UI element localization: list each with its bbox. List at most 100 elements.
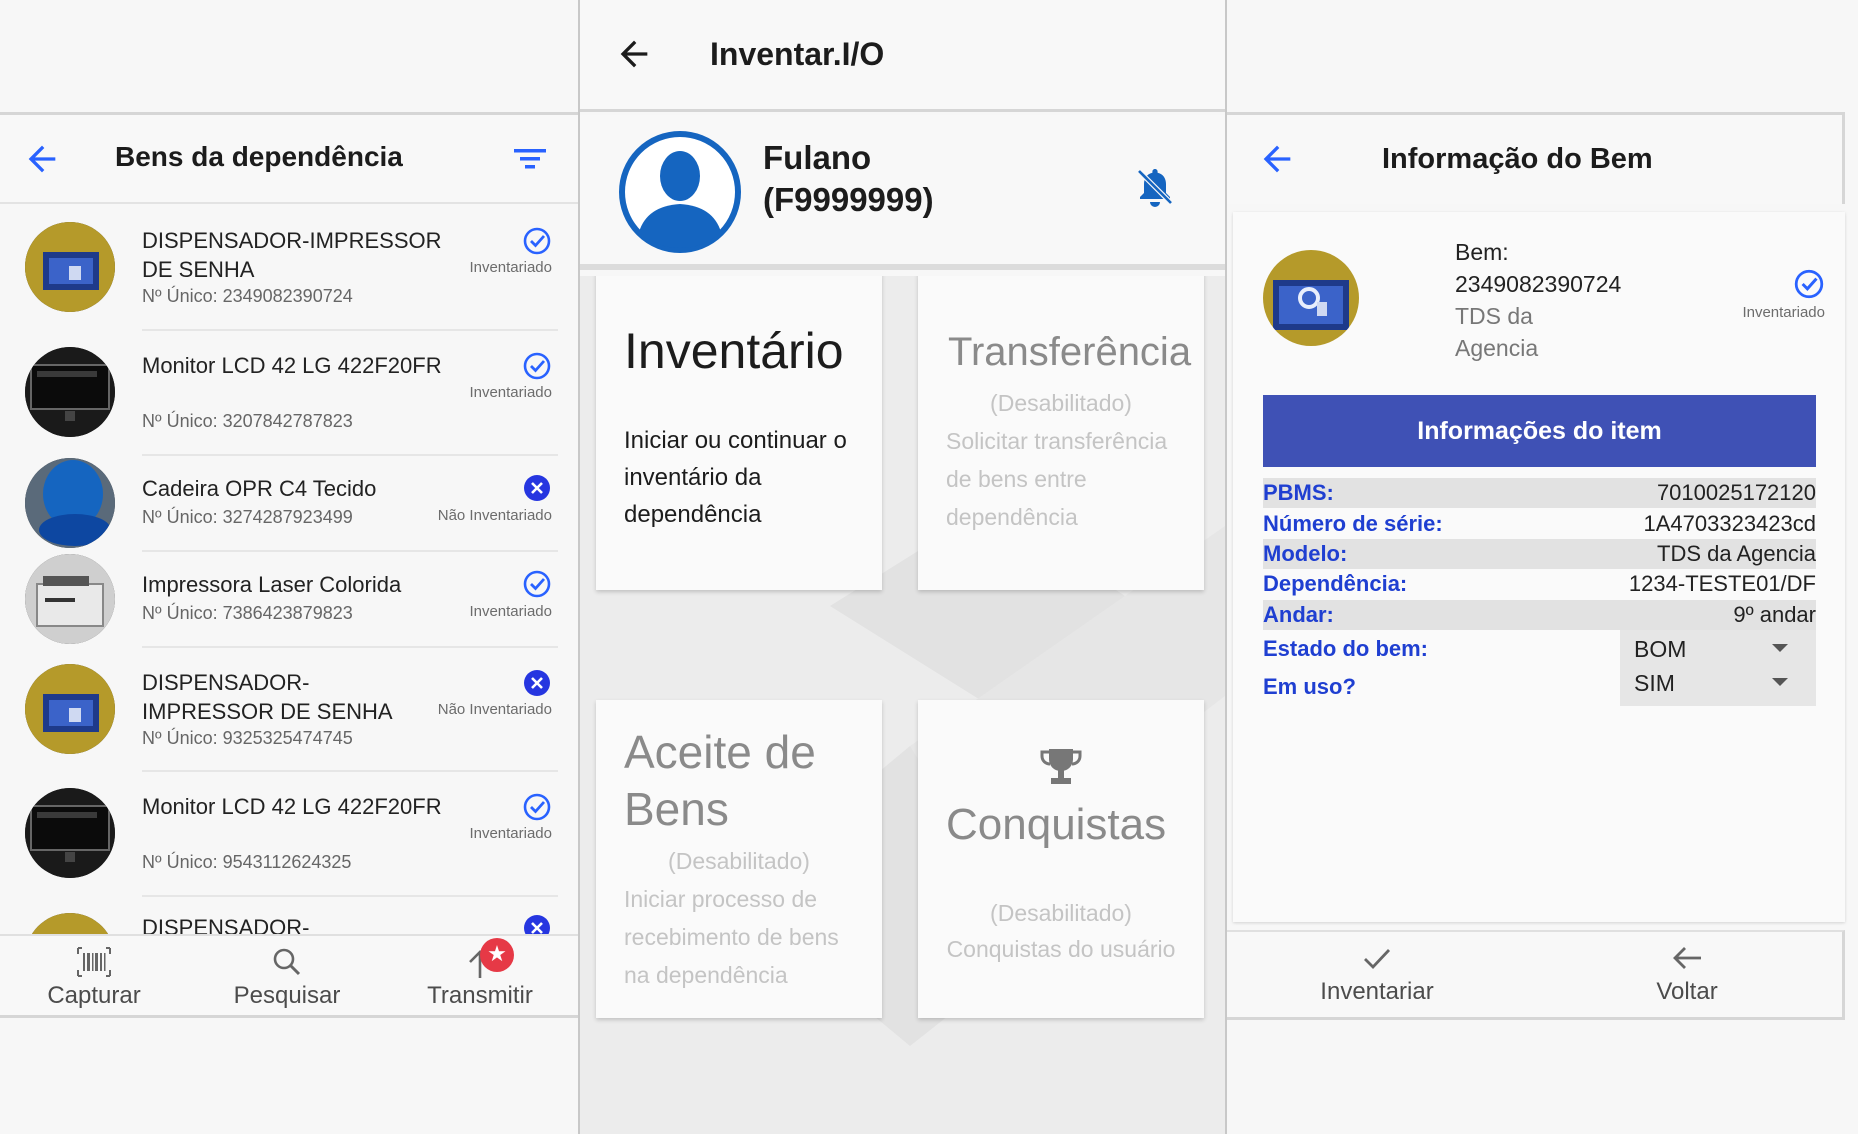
info-value: 1234-TESTE01/DF — [1628, 571, 1816, 597]
item-number: Nº Único: 9325325474745 — [142, 728, 353, 748]
asset-thumbnail — [1263, 250, 1359, 346]
info-value: 7010025172120 — [1656, 480, 1816, 506]
info-row-pbms: PBMS: 7010025172120 — [1263, 478, 1816, 509]
transmit-label: Transmitir — [427, 982, 533, 1009]
item-name: DISPENSADOR-IMPRESSOR DE SENHA — [142, 228, 442, 282]
check-circle-icon — [522, 351, 552, 381]
list-item[interactable]: Cadeira OPR C4 Tecido Nº Único: 32742879… — [0, 456, 578, 552]
x-circle-icon — [522, 473, 552, 503]
dispenser-thumbnail — [25, 664, 115, 754]
back-button[interactable]: Voltar — [1607, 940, 1767, 1006]
back-arrow-icon[interactable] — [22, 139, 62, 179]
star-badge-icon: ★ — [480, 938, 514, 972]
user-avatar-icon — [619, 131, 741, 253]
info-row-dependency: Dependência: 1234-TESTE01/DF — [1263, 569, 1816, 599]
info-key: Andar: — [1263, 601, 1334, 627]
asset-list-screen: Bens da dependência DISPENSADOR-IMPRESSO… — [0, 0, 578, 1134]
info-key: Dependência: — [1263, 571, 1408, 597]
status-text: Inventariado — [1742, 304, 1825, 321]
info-value: 1A4703323423cd — [1643, 510, 1817, 536]
card-status: (Desabilitado) — [668, 848, 810, 874]
card-title: Conquistas — [946, 800, 1167, 849]
transfer-card[interactable]: Transferência (Desabilitado) Solicitar t… — [918, 276, 1204, 590]
trophy-icon — [1040, 749, 1082, 784]
dispenser-thumbnail — [25, 913, 115, 934]
status-text: Não Inventariado — [437, 701, 552, 718]
home-screen: Inventar.I/O Fulano (F9999999) Inventári… — [578, 0, 1227, 1134]
asset-detail-screen: Informação do Bem Bem: 2349082390724 TDS… — [1227, 0, 1858, 1134]
state-label: Estado do bem: — [1263, 636, 1429, 661]
bottom-nav: Capturar Pesquisar ★ Transmitir — [0, 934, 578, 1018]
list-item[interactable]: Monitor LCD 42 LG 422F20FR Nº Único: 954… — [0, 772, 578, 897]
chevron-down-icon — [1772, 644, 1788, 652]
list-item[interactable]: Impressora Laser Colorida Nº Único: 7386… — [0, 552, 578, 648]
bell-off-icon[interactable] — [1135, 165, 1175, 209]
card-title: Inventário — [624, 323, 844, 379]
search-label: Pesquisar — [233, 982, 341, 1009]
asset-list: DISPENSADOR-IMPRESSOR DE SENHA Nº Único:… — [0, 206, 578, 934]
info-table: PBMS: 7010025172120 Número de série: 1A4… — [1263, 478, 1816, 630]
transmit-button[interactable]: ★ Transmitir — [400, 938, 560, 1010]
card-status: (Desabilitado) — [990, 900, 1132, 926]
card-title: Transferência — [948, 330, 1192, 374]
list-item[interactable]: DISPENSADOR-IMPRESSOR DE SENHA Nº Único:… — [0, 206, 578, 331]
capture-label: Capturar — [47, 982, 141, 1009]
list-item[interactable]: DISPENSADOR-IMPRESSOR DE SENHA Nº Único:… — [0, 648, 578, 772]
asset-label: Bem: — [1455, 239, 1509, 265]
item-name: DISPENSADOR- — [142, 915, 310, 934]
state-select[interactable]: BOM — [1620, 630, 1816, 668]
asset-location: TDS da Agencia — [1455, 303, 1539, 361]
user-header: Fulano (F9999999) — [580, 115, 1225, 270]
back-label: Voltar — [1656, 978, 1718, 1005]
card-description: Iniciar ou continuar o inventário da dep… — [624, 427, 847, 528]
in-use-value: SIM — [1634, 670, 1675, 696]
search-button[interactable]: Pesquisar — [207, 944, 367, 1010]
inventory-button[interactable]: Inventariar — [1277, 940, 1477, 1006]
list-item[interactable]: Monitor LCD 42 LG 422F20FR Nº Único: 320… — [0, 331, 578, 456]
list-header: Bens da dependência — [0, 112, 578, 204]
item-name: DISPENSADOR-IMPRESSOR DE SENHA — [142, 670, 393, 724]
monitor-thumbnail — [25, 788, 115, 878]
info-value: 9º andar — [1733, 601, 1816, 627]
asset-number: 2349082390724 — [1455, 271, 1622, 297]
card-description: Conquistas do usuário — [946, 936, 1176, 962]
info-row-floor: Andar: 9º andar — [1263, 599, 1816, 630]
asset-state-form: Estado do bem: BOM Em uso? SIM — [1263, 630, 1816, 714]
monitor-thumbnail — [25, 347, 115, 437]
achievements-card[interactable]: Conquistas (Desabilitado) Conquistas do … — [918, 700, 1204, 1018]
check-circle-icon — [522, 569, 552, 599]
user-name: Fulano (F9999999) — [763, 137, 934, 221]
x-circle-icon — [522, 668, 552, 698]
capture-button[interactable]: Capturar — [14, 944, 174, 1010]
chair-thumbnail — [25, 458, 115, 548]
status-text: Inventariado — [469, 259, 552, 276]
asset-detail-card: Bem: 2349082390724 TDS da Agencia Invent… — [1233, 212, 1845, 922]
menu-grid: Inventário Iniciar ou continuar o invent… — [580, 276, 1225, 1134]
app-title: Inventar.I/O — [710, 36, 885, 72]
accept-assets-card[interactable]: Aceite de Bens (Desabilitado) Iniciar pr… — [596, 700, 882, 1018]
item-name: Cadeira OPR C4 Tecido — [142, 476, 377, 501]
status-text: Inventariado — [469, 603, 552, 620]
detail-header: Informação do Bem — [1227, 112, 1845, 204]
status-text: Não Inventariado — [437, 507, 552, 524]
page-title: Informação do Bem — [1382, 143, 1653, 175]
chevron-down-icon — [1772, 678, 1788, 686]
info-value: TDS da Agencia — [1657, 540, 1816, 566]
x-circle-icon — [522, 913, 552, 934]
printer-thumbnail — [25, 554, 115, 644]
filter-icon[interactable] — [512, 143, 548, 175]
card-title: Aceite de Bens — [624, 726, 816, 835]
info-key: Modelo: — [1263, 540, 1348, 566]
check-circle-icon — [1794, 269, 1824, 299]
inventory-label: Inventariar — [1320, 978, 1434, 1005]
item-number: Nº Único: 3207842787823 — [142, 411, 353, 431]
in-use-select[interactable]: SIM — [1620, 664, 1816, 706]
app-bar: Inventar.I/O — [580, 0, 1225, 112]
info-key: PBMS: — [1263, 480, 1334, 506]
list-item[interactable]: DISPENSADOR- — [0, 897, 578, 934]
back-arrow-icon[interactable] — [614, 34, 654, 74]
check-icon — [1364, 949, 1391, 970]
back-arrow-icon[interactable] — [1257, 139, 1297, 179]
inventory-card[interactable]: Inventário Iniciar ou continuar o invent… — [596, 276, 882, 590]
item-name: Monitor LCD 42 LG 422F20FR — [142, 794, 442, 819]
